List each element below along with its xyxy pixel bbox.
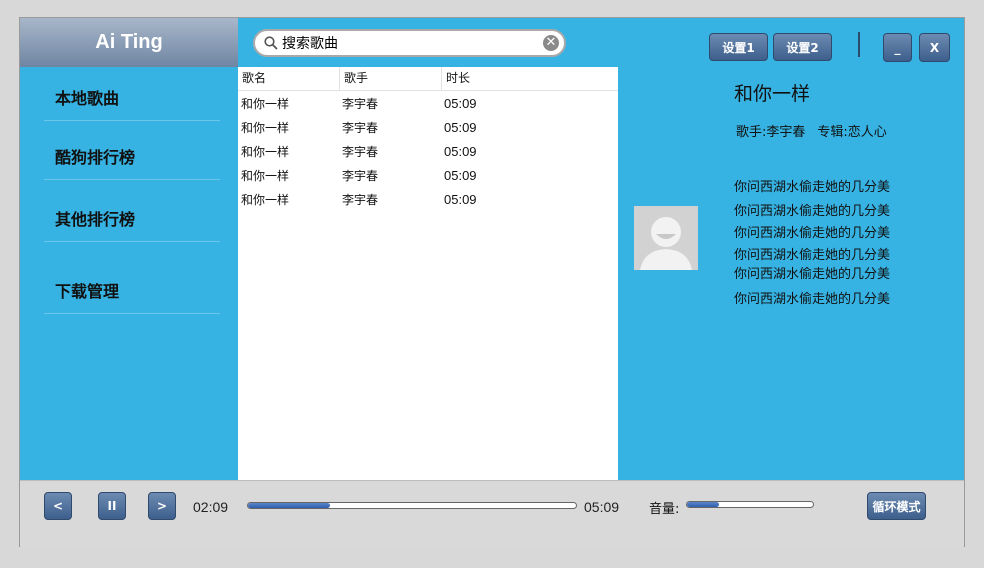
volume-label: 音量: xyxy=(649,502,680,517)
song-name: 和你一样 xyxy=(241,144,290,159)
song-album-label: 专辑:恋人心 xyxy=(817,125,887,140)
song-list-header: 歌名 歌手 时长 xyxy=(238,67,618,91)
top-bar: ✕ 设置1 设置2 _ X xyxy=(238,18,964,68)
player-bar: < II > 02:09 05:09 音量: 循环模式 xyxy=(20,480,964,547)
settings1-button[interactable]: 设置1 xyxy=(709,33,768,61)
song-name: 和你一样 xyxy=(241,168,290,183)
lyric-line: 你问西湖水偷走她的几分美 xyxy=(734,292,891,307)
song-singer: 李宇春 xyxy=(342,96,379,111)
table-row[interactable]: 和你一样 李宇春 05:09 xyxy=(238,139,618,163)
song-singer: 李宇春 xyxy=(342,144,379,159)
next-button[interactable]: > xyxy=(148,492,176,520)
song-duration: 05:09 xyxy=(444,95,477,111)
column-header-singer[interactable]: 歌手 xyxy=(339,67,441,90)
song-name: 和你一样 xyxy=(241,192,290,207)
song-duration: 05:09 xyxy=(444,143,477,159)
album-cover-avatar xyxy=(634,206,698,270)
sidebar-item-label: 其他排行榜 xyxy=(55,210,136,229)
sidebar-item-kugou-charts[interactable]: 酷狗排行榜 xyxy=(44,136,220,180)
clear-icon[interactable]: ✕ xyxy=(543,35,559,51)
table-row[interactable]: 和你一样 李宇春 05:09 xyxy=(238,91,618,115)
song-list: 歌名 歌手 时长 和你一样 李宇春 05:09 和你一样 李宇春 05:09 和… xyxy=(238,67,618,480)
current-time: 02:09 xyxy=(193,499,229,515)
sidebar-item-label: 本地歌曲 xyxy=(55,89,120,108)
settings2-button[interactable]: 设置2 xyxy=(773,33,832,61)
song-name: 和你一样 xyxy=(241,120,290,135)
app-title: Ai Ting xyxy=(95,31,163,53)
song-duration: 05:09 xyxy=(444,191,477,207)
song-duration: 05:09 xyxy=(444,119,477,135)
toolbar-divider xyxy=(858,32,860,57)
sidebar: 本地歌曲 酷狗排行榜 其他排行榜 下载管理 xyxy=(20,67,238,480)
volume-fill xyxy=(687,502,719,507)
app-window: Ai Ting ✕ 设置1 设置2 _ X 本地歌曲 酷狗排行榜 其他排行榜 下… xyxy=(19,17,965,547)
search-box[interactable]: ✕ xyxy=(253,29,566,57)
lyric-line: 你问西湖水偷走她的几分美 xyxy=(734,226,891,241)
sidebar-item-local-songs[interactable]: 本地歌曲 xyxy=(44,77,220,121)
lyric-line: 你问西湖水偷走她的几分美 xyxy=(734,248,891,263)
default-avatar-icon xyxy=(634,206,698,270)
close-button[interactable]: X xyxy=(919,33,950,62)
previous-button[interactable]: < xyxy=(44,492,72,520)
song-detail-panel: 和你一样 歌手:李宇春 专辑:恋人心 你问西湖水偷走她的几分美 你问西湖水偷走她的… xyxy=(618,67,964,480)
search-input[interactable] xyxy=(282,35,532,51)
sidebar-item-label: 酷狗排行榜 xyxy=(55,148,136,167)
song-meta: 歌手:李宇春 专辑:恋人心 xyxy=(736,121,899,140)
pause-button[interactable]: II xyxy=(98,492,126,520)
song-singer: 李宇春 xyxy=(342,168,379,183)
progress-slider[interactable] xyxy=(247,502,577,509)
song-singer-label: 歌手:李宇春 xyxy=(736,125,806,140)
volume-slider[interactable] xyxy=(686,501,814,508)
app-logo: Ai Ting xyxy=(20,18,238,67)
table-row[interactable]: 和你一样 李宇春 05:09 xyxy=(238,115,618,139)
song-name: 和你一样 xyxy=(241,96,290,111)
total-time: 05:09 xyxy=(584,499,620,515)
table-row[interactable]: 和你一样 李宇春 05:09 xyxy=(238,187,618,211)
song-duration: 05:09 xyxy=(444,167,477,183)
song-singer: 李宇春 xyxy=(342,192,379,207)
lyric-line: 你问西湖水偷走她的几分美 xyxy=(734,267,891,282)
column-header-duration[interactable]: 时长 xyxy=(441,67,541,90)
sidebar-item-label: 下载管理 xyxy=(55,282,120,301)
table-row[interactable]: 和你一样 李宇春 05:09 xyxy=(238,163,618,187)
column-header-name[interactable]: 歌名 xyxy=(238,67,339,90)
search-icon xyxy=(264,36,278,50)
lyric-line: 你问西湖水偷走她的几分美 xyxy=(734,204,891,219)
song-singer: 李宇春 xyxy=(342,120,379,135)
lyric-line: 你问西湖水偷走她的几分美 xyxy=(734,180,891,195)
sidebar-item-other-charts[interactable]: 其他排行榜 xyxy=(44,197,220,242)
song-title: 和你一样 xyxy=(734,83,811,105)
minimize-button[interactable]: _ xyxy=(883,33,912,62)
loop-mode-button[interactable]: 循环模式 xyxy=(867,492,926,520)
progress-fill xyxy=(248,503,330,508)
sidebar-item-downloads[interactable]: 下载管理 xyxy=(44,269,220,314)
